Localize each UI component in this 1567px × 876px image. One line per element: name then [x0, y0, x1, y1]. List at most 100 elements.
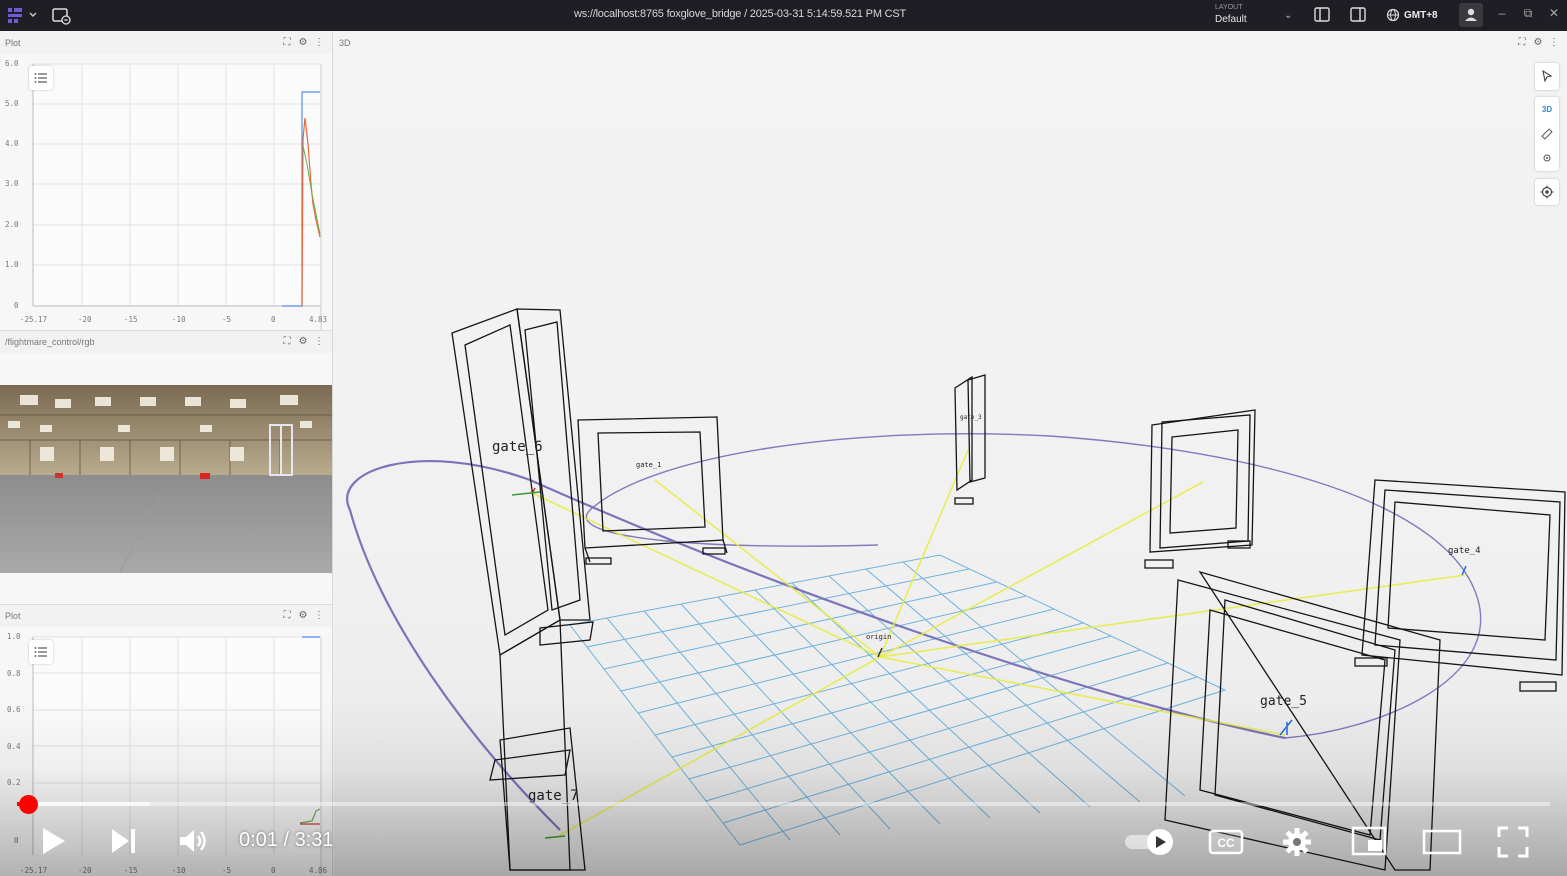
- miniplayer-button[interactable]: [1351, 826, 1387, 861]
- legend-toggle-button[interactable]: [29, 66, 53, 90]
- gate-axis-markers: [511, 487, 1467, 839]
- panel-header: Plot ⛶ ⚙ ⋮: [0, 32, 332, 54]
- camera-image: [0, 385, 332, 573]
- y-tick-label: 3.0: [5, 179, 19, 188]
- x-tick-label: -10: [172, 315, 186, 324]
- panel-menu-icon[interactable]: ⋮: [313, 610, 325, 621]
- volume-icon: [180, 830, 206, 852]
- fullscreen-panel-icon[interactable]: ⛶: [281, 610, 293, 621]
- autoplay-toggle[interactable]: [1123, 828, 1175, 861]
- legend-toggle-button[interactable]: [29, 640, 53, 664]
- target-rays: [529, 449, 1466, 839]
- x-tick-label: -25.17: [20, 315, 47, 324]
- panel-menu-icon[interactable]: ⋮: [313, 37, 325, 48]
- follow-target-button[interactable]: [1535, 179, 1559, 205]
- fullscreen-button[interactable]: [1497, 826, 1529, 863]
- y-tick-label: 1.0: [5, 260, 19, 269]
- connection-title: ws://localhost:8765 foxglove_bridge / 20…: [573, 8, 907, 20]
- fullscreen-panel-icon[interactable]: ⛶: [281, 336, 293, 347]
- timezone-label: GMT+8: [1404, 9, 1438, 21]
- theater-mode-button[interactable]: [1422, 828, 1462, 861]
- minimize-window-icon[interactable]: –: [1494, 6, 1510, 20]
- video-time-display: 0:01 / 3:31: [239, 829, 334, 851]
- plot-panel-top: Plot ⛶ ⚙ ⋮ 6.0 5.0 4.0 3.0 2.0 1.0 0 -25…: [0, 32, 333, 330]
- play-button[interactable]: [40, 826, 68, 861]
- plot-chart-top[interactable]: 6.0 5.0 4.0 3.0 2.0 1.0 0 -25.17 -20 -15…: [0, 54, 333, 330]
- progress-scrubber[interactable]: [18, 795, 38, 814]
- app-window: ws://localhost:8765 foxglove_bridge / 20…: [0, 0, 1567, 876]
- settings-button[interactable]: [1281, 826, 1313, 863]
- layout-value: Default: [1215, 14, 1247, 25]
- gear-icon: [1283, 828, 1311, 856]
- y-tick-label: 0.4: [7, 742, 21, 751]
- top-bar: ws://localhost:8765 foxglove_bridge / 20…: [0, 0, 1567, 31]
- gate-label: gate_3: [960, 414, 982, 421]
- miniplayer-icon: [1351, 826, 1387, 856]
- panel-header: Plot ⛶ ⚙ ⋮: [0, 605, 332, 627]
- video-progress-bar[interactable]: [17, 795, 1550, 814]
- y-tick-label: 0.8: [7, 669, 21, 678]
- 3d-scene[interactable]: gate_6 gate_1 gate_3 gate_4 gate_5 gate_…: [334, 32, 1567, 876]
- panel-title: Plot: [5, 38, 21, 48]
- camera-image-panel: /flightmare_control/rgb ⛶ ⚙ ⋮: [0, 330, 333, 604]
- panel-settings-icon[interactable]: ⚙: [297, 37, 309, 48]
- view-tools-group: 3D: [1535, 97, 1559, 171]
- y-tick-label: 1.0: [7, 632, 21, 641]
- gate-label: gate_1: [636, 461, 661, 469]
- y-tick-label: 5.0: [5, 99, 19, 108]
- data-source-icon[interactable]: [50, 6, 72, 26]
- next-button[interactable]: [110, 827, 138, 860]
- panel-settings-icon[interactable]: ⚙: [297, 336, 309, 347]
- layout-selector[interactable]: LAYOUT Default ⌄: [1210, 3, 1300, 28]
- panel-title: /flightmare_control/rgb: [5, 337, 95, 347]
- foxglove-logo-icon: [8, 8, 37, 23]
- x-tick-label: -20: [78, 315, 92, 324]
- y-tick-label: 6.0: [5, 59, 19, 68]
- y-tick-label: 4.0: [5, 139, 19, 148]
- svg-text:CC: CC: [1217, 836, 1235, 850]
- gate-label: gate_6: [492, 439, 543, 455]
- panel-menu-icon[interactable]: ⋮: [313, 336, 325, 347]
- skip-next-icon: [112, 829, 135, 853]
- captions-button[interactable]: CC: [1208, 828, 1244, 861]
- 3d-panel[interactable]: 3D ⛶ ⚙ ⋮ gate_6 gate_1 gate_3 gate_4 gat…: [334, 32, 1567, 876]
- x-tick-label: 4.86: [309, 866, 328, 875]
- panel-settings-icon[interactable]: ⚙: [297, 610, 309, 621]
- x-tick-label: -10: [172, 866, 186, 875]
- origin-label: origin: [866, 633, 891, 641]
- globe-icon: [1386, 8, 1400, 22]
- x-tick-label: 0: [271, 866, 276, 875]
- fullscreen-panel-icon[interactable]: ⛶: [281, 37, 293, 48]
- panel-title: Plot: [5, 611, 21, 621]
- user-avatar-button[interactable]: [1459, 3, 1483, 27]
- closed-captions-icon: CC: [1208, 829, 1244, 855]
- fullscreen-icon: [1497, 826, 1529, 858]
- x-tick-label: 4.83: [309, 315, 327, 324]
- y-tick-label: 0: [14, 301, 19, 310]
- theater-mode-icon: [1422, 829, 1462, 855]
- list-icon: [34, 647, 47, 657]
- crosshair-icon: [1535, 180, 1559, 204]
- 3d-mode-toggle[interactable]: 3D: [1535, 97, 1559, 121]
- x-tick-label: -5: [222, 315, 231, 324]
- restore-window-icon[interactable]: ⧉: [1520, 6, 1536, 21]
- app-menu-button[interactable]: [4, 4, 40, 26]
- timezone-selector[interactable]: GMT+8: [1386, 6, 1438, 24]
- gate-frames: [451, 308, 1566, 871]
- ruler-icon[interactable]: [1535, 122, 1559, 146]
- right-sidebar-toggle-icon[interactable]: [1347, 5, 1369, 25]
- chevron-down-icon: ⌄: [1284, 10, 1293, 21]
- left-sidebar-toggle-icon[interactable]: [1311, 5, 1333, 25]
- x-tick-label: -5: [222, 866, 231, 875]
- x-tick-label: 0: [271, 315, 276, 324]
- cursor-arrow-icon: [1535, 64, 1559, 88]
- panel-header: /flightmare_control/rgb ⛶ ⚙ ⋮: [0, 331, 332, 353]
- y-tick-label: 2.0: [5, 220, 19, 229]
- mute-button[interactable]: [178, 827, 210, 860]
- publish-point-icon[interactable]: [1535, 146, 1559, 170]
- close-window-icon[interactable]: ✕: [1546, 6, 1562, 20]
- gate-label: gate_5: [1260, 694, 1307, 709]
- x-tick-label: -25.17: [20, 866, 47, 875]
- play-icon: [43, 828, 65, 854]
- interact-button[interactable]: [1535, 63, 1559, 90]
